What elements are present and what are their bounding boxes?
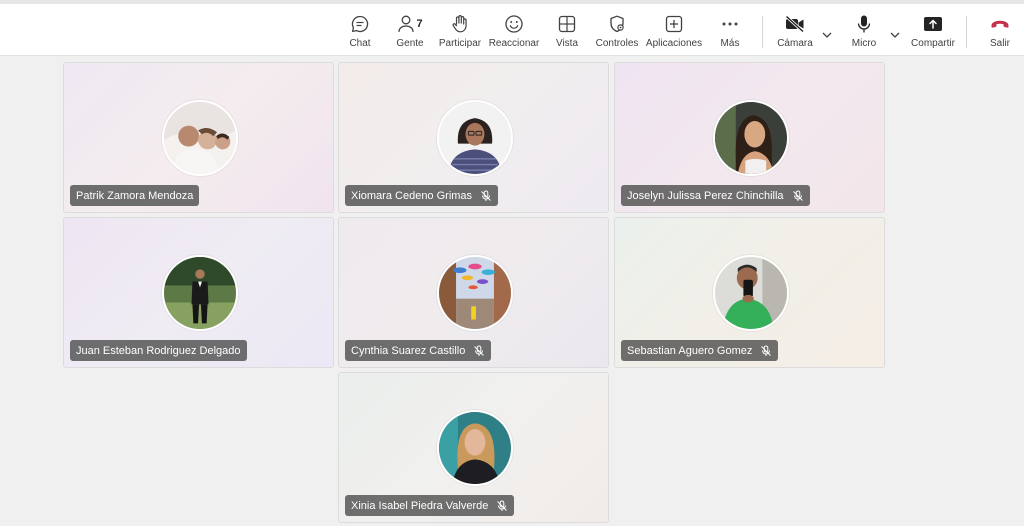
participant-tile[interactable]: Juan Esteban Rodriguez Delgado xyxy=(63,217,334,368)
chat-button[interactable]: Chat xyxy=(346,13,374,55)
react-label: Reaccionar xyxy=(488,38,540,49)
people-label: Gente xyxy=(396,38,424,49)
participant-nametag: Xiomara Cedeno Grimas xyxy=(345,185,499,206)
avatar xyxy=(713,255,789,331)
avatar xyxy=(162,255,238,331)
controls-label: Controles xyxy=(595,38,639,49)
more-button[interactable]: Más xyxy=(718,13,742,55)
grid-view-icon xyxy=(557,13,577,35)
chat-icon xyxy=(350,13,370,35)
camera-options-chevron-icon[interactable] xyxy=(822,26,832,44)
participant-tile[interactable]: Xiomara Cedeno Grimas xyxy=(338,62,609,213)
mic-options-chevron-icon[interactable] xyxy=(890,26,900,44)
microphone-icon xyxy=(854,13,874,35)
participant-tile[interactable]: Xinia Isabel Piedra Valverde xyxy=(338,372,609,523)
participant-name: Juan Esteban Rodriguez Delgado xyxy=(76,344,241,357)
avatar xyxy=(162,100,238,176)
apps-button[interactable]: Aplicaciones xyxy=(645,13,703,55)
participant-nametag: Cynthia Suarez Castillo xyxy=(345,340,492,361)
participant-tile[interactable]: Patrik Zamora Mendoza xyxy=(63,62,334,213)
participant-nametag: Xinia Isabel Piedra Valverde xyxy=(345,495,515,516)
participant-name: Xinia Isabel Piedra Valverde xyxy=(351,499,489,512)
participant-nametag: Sebastian Aguero Gomez xyxy=(621,340,779,361)
avatar xyxy=(437,410,513,486)
share-button[interactable]: Compartir xyxy=(908,13,958,55)
participant-nametag: Patrik Zamora Mendoza xyxy=(70,185,200,206)
participant-tile[interactable]: Sebastian Aguero Gomez xyxy=(614,217,885,368)
participant-name: Cynthia Suarez Castillo xyxy=(351,344,466,357)
people-count: 7 xyxy=(416,18,423,30)
hang-up-icon xyxy=(989,13,1011,35)
raise-hand-button[interactable]: Participar xyxy=(438,13,482,55)
toolbar-separator-2 xyxy=(966,16,967,48)
raise-hand-label: Participar xyxy=(438,38,482,49)
avatar xyxy=(437,255,513,331)
leave-label: Salir xyxy=(989,38,1010,49)
mic-button[interactable]: Micro xyxy=(848,13,880,55)
mic-label: Micro xyxy=(851,38,877,49)
toolbar-separator xyxy=(762,16,763,48)
mic-muted-icon xyxy=(480,190,492,202)
meeting-toolbar: Chat 7 Gente Participar Reaccionar Vista… xyxy=(0,4,1024,56)
participant-nametag: Joselyn Julissa Perez Chinchilla xyxy=(621,185,810,206)
controls-button[interactable]: Controles xyxy=(594,13,640,55)
more-dots-icon xyxy=(720,13,740,35)
camera-off-icon xyxy=(784,13,806,35)
view-label: Vista xyxy=(555,38,579,49)
chat-label: Chat xyxy=(349,38,371,49)
camera-label: Cámara xyxy=(777,38,813,49)
mic-muted-icon xyxy=(473,345,485,357)
participant-nametag: Juan Esteban Rodriguez Delgado xyxy=(70,340,247,361)
participant-tile[interactable]: Joselyn Julissa Perez Chinchilla xyxy=(614,62,885,213)
leave-button[interactable]: Salir xyxy=(986,13,1014,55)
more-label: Más xyxy=(720,38,740,49)
react-button[interactable]: Reaccionar xyxy=(489,13,539,55)
raise-hand-icon xyxy=(450,13,470,35)
avatar xyxy=(437,100,513,176)
people-icon xyxy=(398,15,415,33)
apps-label: Aplicaciones xyxy=(645,38,703,49)
participant-name: Patrik Zamora Mendoza xyxy=(76,189,194,202)
participant-name: Sebastian Aguero Gomez xyxy=(627,344,753,357)
mic-muted-icon xyxy=(496,500,508,512)
participant-name: Xiomara Cedeno Grimas xyxy=(351,189,473,202)
smiley-icon xyxy=(504,13,524,35)
mic-muted-icon xyxy=(792,190,804,202)
mic-muted-icon xyxy=(760,345,772,357)
add-app-icon xyxy=(664,13,684,35)
view-button[interactable]: Vista xyxy=(554,13,580,55)
people-icon-wrap: 7 xyxy=(397,13,423,35)
avatar xyxy=(713,100,789,176)
camera-button[interactable]: Cámara xyxy=(776,13,814,55)
share-label: Compartir xyxy=(911,38,955,49)
participant-tile[interactable]: Cynthia Suarez Castillo xyxy=(338,217,609,368)
participant-name: Joselyn Julissa Perez Chinchilla xyxy=(627,189,784,202)
people-button[interactable]: 7 Gente xyxy=(393,13,427,55)
shield-gear-icon xyxy=(607,13,627,35)
share-screen-icon xyxy=(922,13,944,35)
